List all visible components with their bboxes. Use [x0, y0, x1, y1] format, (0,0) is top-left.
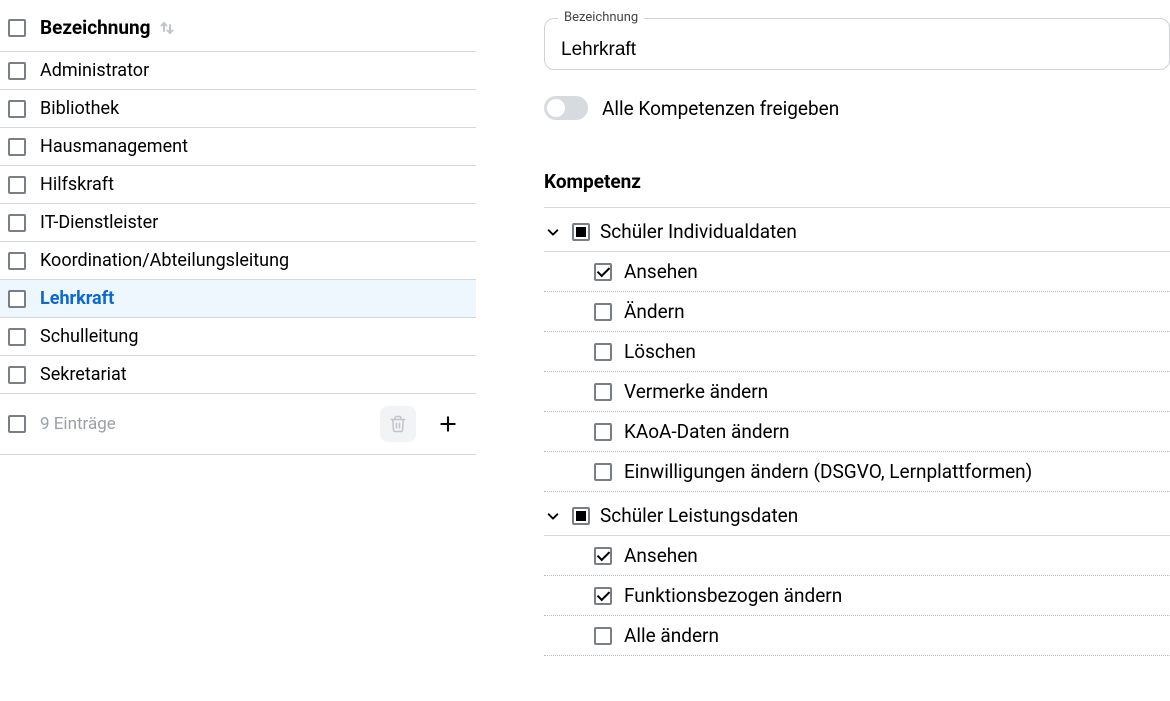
list-header: Bezeichnung [0, 0, 476, 52]
tree-item[interactable]: Ändern [544, 292, 1170, 332]
item-checkbox[interactable] [594, 587, 612, 605]
list-item[interactable]: Administrator [0, 52, 476, 90]
entry-count: 9 Einträge [40, 414, 366, 434]
tree-group-header[interactable]: Schüler Individualdaten [544, 208, 1170, 252]
tree-item-label: Löschen [624, 340, 696, 363]
list-item-label: Administrator [40, 60, 466, 81]
add-button[interactable] [430, 406, 466, 442]
tree-item[interactable]: Vermerke ändern [544, 372, 1170, 412]
group-label: Schüler Leistungsdaten [600, 504, 798, 527]
freigeben-toggle[interactable] [544, 96, 588, 120]
toggle-label: Alle Kompetenzen freigeben [602, 97, 839, 120]
tree-item[interactable]: KAoA-Daten ändern [544, 412, 1170, 452]
list-item-label: Hausmanagement [40, 136, 466, 157]
tree-group-header[interactable]: Schüler Leistungsdaten [544, 492, 1170, 536]
tree-item[interactable]: Alle ändern [544, 616, 1170, 656]
tree-item-label: Einwilligungen ändern (DSGVO, Lernplattf… [624, 460, 1032, 483]
tree-item-label: Funktionsbezogen ändern [624, 584, 842, 607]
chevron-down-icon[interactable] [544, 225, 562, 239]
list-footer: 9 Einträge [0, 394, 476, 455]
list-item[interactable]: Hausmanagement [0, 128, 476, 166]
footer-checkbox[interactable] [8, 415, 26, 433]
field-label: Bezeichnung [558, 10, 644, 25]
row-checkbox[interactable] [8, 62, 26, 80]
tree-item-label: Alle ändern [624, 624, 719, 647]
list-item-label: Sekretariat [40, 364, 466, 385]
list-item-label: Hilfskraft [40, 174, 466, 195]
list-item[interactable]: Hilfskraft [0, 166, 476, 204]
item-checkbox[interactable] [594, 343, 612, 361]
row-checkbox[interactable] [8, 328, 26, 346]
tree-item[interactable]: Funktionsbezogen ändern [544, 576, 1170, 616]
list-item-label: Lehrkraft [40, 288, 466, 309]
tree-item-label: Ändern [624, 300, 685, 323]
group-label: Schüler Individualdaten [600, 220, 797, 243]
item-checkbox[interactable] [594, 423, 612, 441]
tree-item-label: Ansehen [624, 544, 698, 567]
group-checkbox[interactable] [572, 507, 590, 525]
bezeichnung-field[interactable] [544, 18, 1170, 70]
item-checkbox[interactable] [594, 303, 612, 321]
tree-item-label: Ansehen [624, 260, 698, 283]
tree-item[interactable]: Ansehen [544, 536, 1170, 576]
tree-item[interactable]: Ansehen [544, 252, 1170, 292]
row-checkbox[interactable] [8, 252, 26, 270]
list-item[interactable]: Lehrkraft [0, 280, 476, 318]
row-checkbox[interactable] [8, 138, 26, 156]
list-item[interactable]: Sekretariat [0, 356, 476, 394]
row-checkbox[interactable] [8, 214, 26, 232]
delete-button[interactable] [380, 406, 416, 442]
list-item-label: Schulleitung [40, 326, 466, 347]
tree-item-label: KAoA-Daten ändern [624, 420, 790, 443]
list-item-label: Bibliothek [40, 98, 466, 119]
row-checkbox[interactable] [8, 100, 26, 118]
kompetenz-heading: Kompetenz [544, 170, 1170, 208]
item-checkbox[interactable] [594, 463, 612, 481]
list-item[interactable]: Bibliothek [0, 90, 476, 128]
list-item[interactable]: IT-Dienstleister [0, 204, 476, 242]
tree-item[interactable]: Löschen [544, 332, 1170, 372]
row-checkbox[interactable] [8, 176, 26, 194]
item-checkbox[interactable] [594, 547, 612, 565]
tree-item-label: Vermerke ändern [624, 380, 768, 403]
item-checkbox[interactable] [594, 383, 612, 401]
list-item[interactable]: Koordination/Abteilungsleitung [0, 242, 476, 280]
list-item[interactable]: Schulleitung [0, 318, 476, 356]
sort-icon[interactable] [159, 20, 175, 36]
item-checkbox[interactable] [594, 627, 612, 645]
list-item-label: IT-Dienstleister [40, 212, 466, 233]
group-checkbox[interactable] [572, 223, 590, 241]
tree-item[interactable]: Einwilligungen ändern (DSGVO, Lernplattf… [544, 452, 1170, 492]
item-checkbox[interactable] [594, 263, 612, 281]
chevron-down-icon[interactable] [544, 509, 562, 523]
select-all-checkbox[interactable] [8, 19, 26, 37]
row-checkbox[interactable] [8, 366, 26, 384]
list-item-label: Koordination/Abteilungsleitung [40, 250, 466, 271]
list-header-title: Bezeichnung [40, 16, 151, 39]
row-checkbox[interactable] [8, 290, 26, 308]
